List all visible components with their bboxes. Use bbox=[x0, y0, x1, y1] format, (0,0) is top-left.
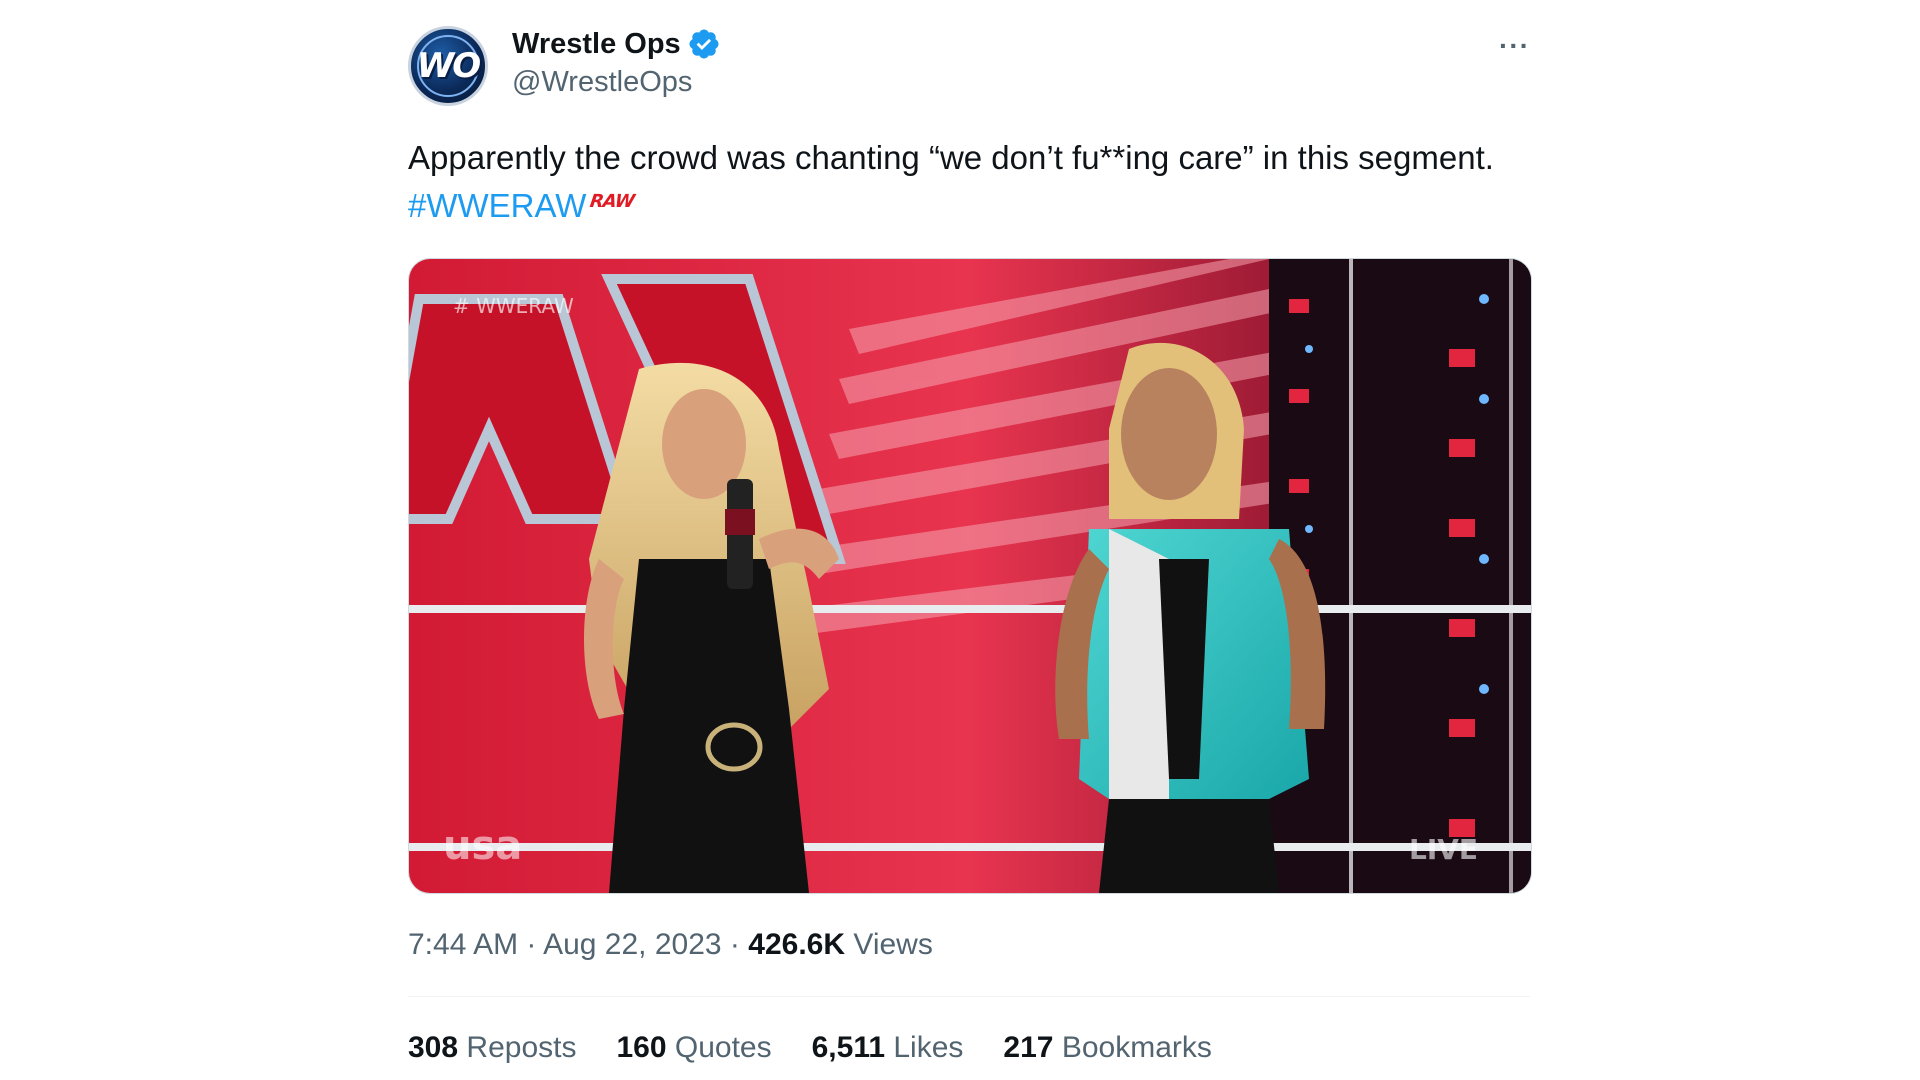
stat-count: 217 bbox=[1003, 1031, 1054, 1065]
stat-label: Bookmarks bbox=[1061, 1031, 1212, 1065]
engagement-stats: 308 Reposts 160 Quotes 6,511 Likes 217 B… bbox=[408, 1031, 1530, 1065]
avatar-logo-text: WO bbox=[416, 46, 481, 86]
handle[interactable]: @WrestleOps bbox=[512, 66, 721, 99]
views-count: 426.6K bbox=[748, 928, 846, 962]
tweet-meta: 7:44 AM · Aug 22, 2023 · 426.6K Views bbox=[408, 928, 1530, 962]
tweet-time[interactable]: 7:44 AM bbox=[408, 928, 518, 961]
divider bbox=[408, 996, 1530, 998]
stat-reposts[interactable]: 308 Reposts bbox=[408, 1031, 576, 1065]
stat-count: 308 bbox=[408, 1031, 459, 1065]
author-names: Wrestle Ops @WrestleOps bbox=[512, 26, 721, 99]
stat-label: Likes bbox=[893, 1031, 964, 1065]
meta-separator: · bbox=[518, 928, 544, 962]
stat-count: 6,511 bbox=[811, 1031, 886, 1065]
live-bug: LIVE bbox=[1409, 833, 1478, 866]
network-logo: usa bbox=[443, 823, 522, 869]
verified-badge-icon[interactable] bbox=[687, 27, 721, 61]
tweet-header: WO Wrestle Ops @WrestleOps ··· bbox=[408, 22, 1530, 108]
stat-bookmarks[interactable]: 217 Bookmarks bbox=[1003, 1031, 1211, 1065]
media-watermark-hashtag: # WWERAW bbox=[453, 294, 574, 318]
stat-likes[interactable]: 6,511 Likes bbox=[812, 1031, 964, 1065]
stat-label: Reposts bbox=[466, 1031, 577, 1065]
raw-hashflag-icon: RAW bbox=[589, 191, 636, 213]
display-name-row: Wrestle Ops bbox=[512, 26, 721, 62]
stat-count: 160 bbox=[616, 1031, 667, 1065]
views-label: Views bbox=[853, 928, 933, 962]
avatar[interactable]: WO bbox=[408, 26, 488, 106]
tweet-date[interactable]: Aug 22, 2023 bbox=[543, 928, 722, 961]
tweet-media-image[interactable]: # WWERAW usa LIVE bbox=[408, 258, 1532, 895]
wrestling-segment-photo: # WWERAW usa LIVE bbox=[409, 259, 1531, 894]
display-name[interactable]: Wrestle Ops bbox=[512, 28, 681, 61]
stat-quotes[interactable]: 160 Quotes bbox=[616, 1031, 771, 1065]
tweet: WO Wrestle Ops @WrestleOps ··· Apparentl… bbox=[408, 22, 1532, 1065]
tweet-text: Apparently the crowd was chanting “we do… bbox=[408, 134, 1518, 232]
hashtag-link[interactable]: #WWERAW bbox=[408, 187, 586, 224]
meta-separator: · bbox=[721, 928, 749, 962]
tweet-body: Apparently the crowd was chanting “we do… bbox=[408, 139, 1494, 176]
stat-label: Quotes bbox=[674, 1031, 772, 1065]
more-options-icon[interactable]: ··· bbox=[1499, 30, 1530, 62]
